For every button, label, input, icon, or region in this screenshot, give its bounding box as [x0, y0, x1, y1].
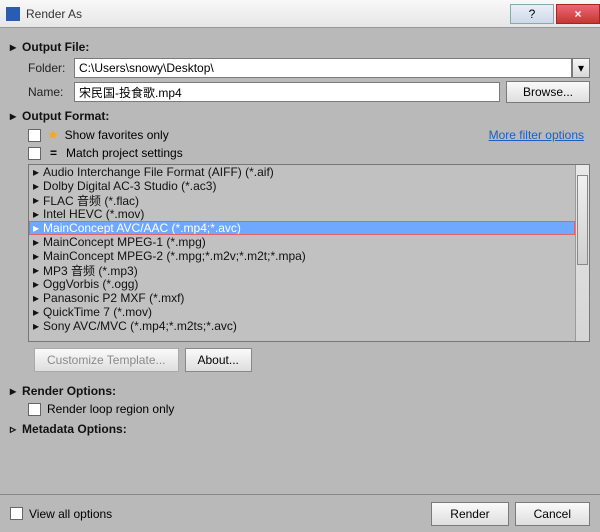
cancel-button[interactable]: Cancel: [515, 502, 590, 526]
render-button[interactable]: Render: [431, 502, 508, 526]
format-item-label: Panasonic P2 MXF (*.mxf): [43, 291, 184, 305]
folder-label: Folder:: [28, 61, 74, 75]
metadata-options-heading[interactable]: ▹ Metadata Options:: [10, 422, 590, 436]
match-checkbox[interactable]: [28, 147, 41, 160]
format-item[interactable]: ▸ MainConcept MPEG-1 (*.mpg): [29, 235, 575, 249]
favorites-row: ★ Show favorites only More filter option…: [28, 127, 590, 143]
about-button[interactable]: About...: [185, 348, 252, 372]
format-item[interactable]: ▸ Intel HEVC (*.mov): [29, 207, 575, 221]
format-item[interactable]: ▸ MainConcept AVC/AAC (*.mp4;*.avc): [29, 221, 575, 235]
match-label: Match project settings: [66, 146, 183, 160]
metadata-options-label: Metadata Options:: [22, 422, 127, 436]
title-bar: Render As ? ×: [0, 0, 600, 28]
equals-icon: =: [47, 146, 60, 160]
format-item-label: OggVorbis (*.ogg): [43, 277, 138, 291]
format-item-label: QuickTime 7 (*.mov): [43, 305, 152, 319]
template-buttons: Customize Template... About...: [34, 348, 590, 372]
output-file-label: Output File:: [22, 40, 89, 54]
chevron-right-icon: ▹: [10, 422, 16, 436]
view-all-checkbox[interactable]: [10, 507, 23, 520]
name-row: Name: Browse...: [28, 81, 590, 103]
format-item-label: FLAC 音频 (*.flac): [43, 192, 139, 209]
chevron-right-icon: ▸: [33, 305, 39, 319]
render-options-heading[interactable]: ▸ Render Options:: [10, 384, 590, 398]
browse-button[interactable]: Browse...: [506, 81, 590, 103]
chevron-right-icon: ▸: [33, 235, 39, 249]
format-item-label: Audio Interchange File Format (AIFF) (*.…: [43, 165, 274, 179]
format-item[interactable]: ▸ QuickTime 7 (*.mov): [29, 305, 575, 319]
chevron-right-icon: ▸: [33, 179, 39, 193]
render-options-label: Render Options:: [22, 384, 116, 398]
chevron-right-icon: ▸: [33, 193, 39, 207]
chevron-right-icon: ▸: [33, 221, 39, 235]
favorites-label: Show favorites only: [65, 128, 169, 142]
dialog-footer: View all options Render Cancel: [0, 494, 600, 532]
format-item-label: MainConcept AVC/AAC (*.mp4;*.avc): [43, 221, 241, 235]
loop-row: Render loop region only: [28, 402, 590, 416]
name-input[interactable]: [74, 82, 500, 102]
view-all-label: View all options: [29, 507, 112, 521]
chevron-right-icon: ▸: [33, 291, 39, 305]
loop-label: Render loop region only: [47, 402, 174, 416]
format-item[interactable]: ▸ Sony AVC/MVC (*.mp4;*.m2ts;*.avc): [29, 319, 575, 333]
format-item[interactable]: ▸ Audio Interchange File Format (AIFF) (*…: [29, 165, 575, 179]
favorites-checkbox[interactable]: [28, 129, 41, 142]
folder-dropdown-icon[interactable]: ▾: [572, 58, 590, 78]
chevron-right-icon: ▸: [10, 109, 16, 123]
name-label: Name:: [28, 85, 74, 99]
format-item-label: MainConcept MPEG-1 (*.mpg): [43, 235, 206, 249]
format-item-label: Intel HEVC (*.mov): [43, 207, 144, 221]
chevron-right-icon: ▸: [33, 165, 39, 179]
dialog-content: ▸ Output File: Folder: ▾ Name: Browse...…: [0, 28, 600, 494]
chevron-right-icon: ▸: [33, 277, 39, 291]
close-button[interactable]: ×: [556, 4, 600, 24]
app-icon: [6, 7, 20, 21]
folder-input[interactable]: [74, 58, 572, 78]
chevron-right-icon: ▸: [33, 319, 39, 333]
output-format-heading[interactable]: ▸ Output Format:: [10, 109, 590, 123]
format-item-label: Sony AVC/MVC (*.mp4;*.m2ts;*.avc): [43, 319, 237, 333]
chevron-right-icon: ▸: [10, 40, 16, 54]
scrollbar[interactable]: [575, 165, 589, 341]
chevron-right-icon: ▸: [33, 249, 39, 263]
format-item[interactable]: ▸ OggVorbis (*.ogg): [29, 277, 575, 291]
window-title: Render As: [26, 7, 508, 21]
folder-row: Folder: ▾: [28, 58, 590, 78]
customize-template-button: Customize Template...: [34, 348, 179, 372]
format-list: ▸ Audio Interchange File Format (AIFF) (*…: [28, 164, 590, 342]
chevron-right-icon: ▸: [10, 384, 16, 398]
output-file-heading[interactable]: ▸ Output File:: [10, 40, 590, 54]
format-item[interactable]: ▸ FLAC 音频 (*.flac): [29, 193, 575, 207]
output-format-label: Output Format:: [22, 109, 109, 123]
star-icon: ★: [47, 127, 59, 143]
format-item[interactable]: ▸ MP3 音频 (*.mp3): [29, 263, 575, 277]
help-button[interactable]: ?: [510, 4, 554, 24]
chevron-right-icon: ▸: [33, 263, 39, 277]
more-filter-link[interactable]: More filter options: [489, 128, 584, 142]
loop-checkbox[interactable]: [28, 403, 41, 416]
format-item-label: MP3 音频 (*.mp3): [43, 262, 138, 279]
scroll-thumb[interactable]: [577, 175, 588, 265]
match-row: = Match project settings: [28, 146, 590, 160]
chevron-right-icon: ▸: [33, 207, 39, 221]
format-item[interactable]: ▸ Panasonic P2 MXF (*.mxf): [29, 291, 575, 305]
